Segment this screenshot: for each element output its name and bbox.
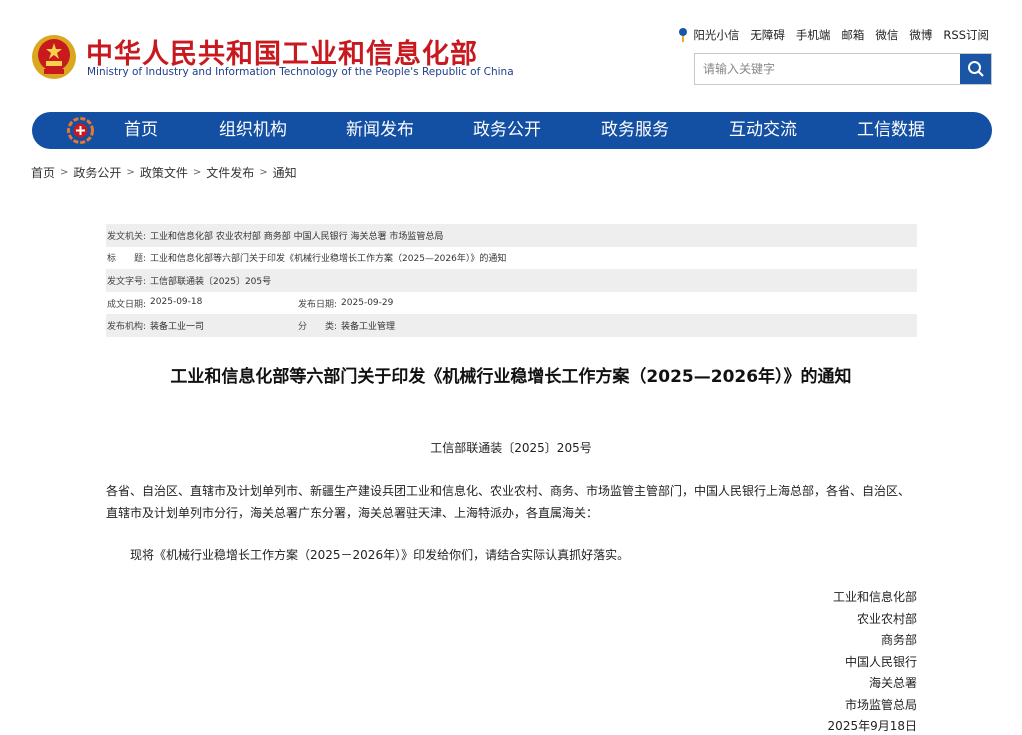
top-link-mail[interactable]: 邮箱 [841, 27, 864, 43]
sunshine-icon [679, 28, 688, 42]
document-meta-table: 发文机关: 工业和信息化部 农业农村部 商务部 中国人民银行 海关总署 市场监管… [106, 224, 917, 337]
meta-label: 发布机构: [107, 322, 147, 333]
meta-value: 2025-09-29 [341, 298, 394, 309]
breadcrumb-separator-icon: > [259, 167, 268, 178]
search-input[interactable] [695, 54, 961, 84]
national-emblem-icon[interactable] [31, 34, 77, 80]
meta-row-docno: 发文字号: 工信部联通装〔2025〕205号 [106, 269, 917, 292]
nav-item-gov-affairs[interactable]: 政务公开 [473, 112, 541, 149]
meta-value: 工信部联通装〔2025〕205号 [150, 276, 272, 287]
nav-item-interaction[interactable]: 互动交流 [729, 112, 797, 149]
nav-item-services[interactable]: 政务服务 [601, 112, 669, 149]
top-link-rss[interactable]: RSS订阅 [943, 27, 989, 43]
signing-date: 2025年9月18日 [827, 719, 917, 733]
search-button[interactable] [960, 54, 991, 84]
meta-value: 装备工业管理 [341, 322, 396, 333]
top-links: 阳光小信 无障碍 手机端 邮箱 微信 微博 RSS订阅 [677, 27, 989, 43]
document-title: 工业和信息化部等六部门关于印发《机械行业稳增长工作方案（2025—2026年）》… [170, 367, 852, 387]
site-header: 中华人民共和国工业和信息化部 Ministry of Industry and … [0, 0, 1022, 110]
signatory: 商务部 [880, 633, 917, 647]
top-link-sunshine[interactable]: 阳光小信 [677, 27, 739, 43]
signatory: 农业农村部 [856, 611, 917, 626]
meta-label: 发文机关: [107, 231, 147, 242]
meta-row-org: 发布机构: 装备工业一司 分 类: 装备工业管理 [106, 314, 917, 337]
breadcrumb: 首页 > 政务公开 > 政策文件 > 文件发布 > 通知 [31, 164, 297, 181]
document-number: 工信部联通装〔2025〕205号 [430, 441, 592, 455]
ministry-logo-icon[interactable] [67, 117, 94, 144]
nav-item-home[interactable]: 首页 [124, 112, 158, 149]
meta-label: 标 题: [107, 254, 147, 265]
meta-value: 2025-09-18 [150, 296, 203, 307]
meta-value: 装备工业一司 [150, 322, 205, 333]
breadcrumb-separator-icon: > [126, 167, 135, 178]
meta-value: 工业和信息化部 农业农村部 商务部 中国人民银行 海关总署 市场监管总局 [150, 231, 444, 242]
meta-cell: 成文日期: 2025-09-18 [107, 297, 298, 310]
breadcrumb-item[interactable]: 文件发布 [206, 164, 254, 181]
meta-cell: 发布机构: 装备工业一司 [107, 319, 298, 332]
signatory: 工业和信息化部 [832, 590, 917, 604]
signatory: 市场监管总局 [844, 697, 917, 712]
site-subtitle: Ministry of Industry and Information Tec… [87, 66, 514, 78]
signatories: 工业和信息化部 农业农村部 商务部 中国人民银行 海关总署 市场监管总局 202… [828, 587, 917, 735]
signatory: 中国人民银行 [844, 654, 917, 669]
top-link-label: 阳光小信 [693, 28, 740, 42]
meta-row-dates: 成文日期: 2025-09-18 发布日期: 2025-09-29 [106, 292, 917, 315]
body-paragraph: 各省、自治区、直辖市及计划单列市、新疆生产建设兵团工业和信息化、农业农村、商务、… [106, 484, 911, 520]
meta-label: 发文字号: [107, 276, 147, 287]
meta-row-title: 标 题: 工业和信息化部等六部门关于印发《机械行业稳增长工作方案（2025—20… [106, 247, 917, 270]
top-link-accessibility[interactable]: 无障碍 [750, 27, 785, 43]
body-paragraph: 现将《机械行业稳增长工作方案（2025－2026年）》印发给你们，请结合实际认真… [130, 548, 630, 562]
search-box [694, 53, 992, 85]
signatory: 海关总署 [868, 676, 917, 690]
search-icon [967, 61, 984, 77]
nav-item-data[interactable]: 工信数据 [857, 112, 925, 149]
top-link-wechat[interactable]: 微信 [875, 27, 898, 43]
main-nav: 首页 组织机构 新闻发布 政务公开 政务服务 互动交流 工信数据 [32, 112, 992, 149]
top-link-weibo[interactable]: 微博 [909, 27, 932, 43]
meta-value: 工业和信息化部等六部门关于印发《机械行业稳增长工作方案（2025—2026年）》… [150, 254, 507, 265]
meta-row-issuer: 发文机关: 工业和信息化部 农业农村部 商务部 中国人民银行 海关总署 市场监管… [106, 224, 917, 247]
meta-label: 成文日期: [107, 299, 147, 310]
breadcrumb-item[interactable]: 通知 [273, 164, 297, 181]
meta-label: 发布日期: [298, 299, 338, 310]
nav-item-organization[interactable]: 组织机构 [219, 112, 287, 149]
top-link-mobile[interactable]: 手机端 [796, 27, 831, 43]
breadcrumb-item[interactable]: 首页 [31, 164, 55, 181]
breadcrumb-item[interactable]: 政策文件 [140, 164, 188, 181]
meta-label: 分 类: [298, 322, 338, 333]
nav-item-news[interactable]: 新闻发布 [346, 112, 414, 149]
breadcrumb-separator-icon: > [60, 167, 69, 178]
breadcrumb-separator-icon: > [192, 167, 202, 178]
breadcrumb-item[interactable]: 政务公开 [73, 164, 121, 181]
